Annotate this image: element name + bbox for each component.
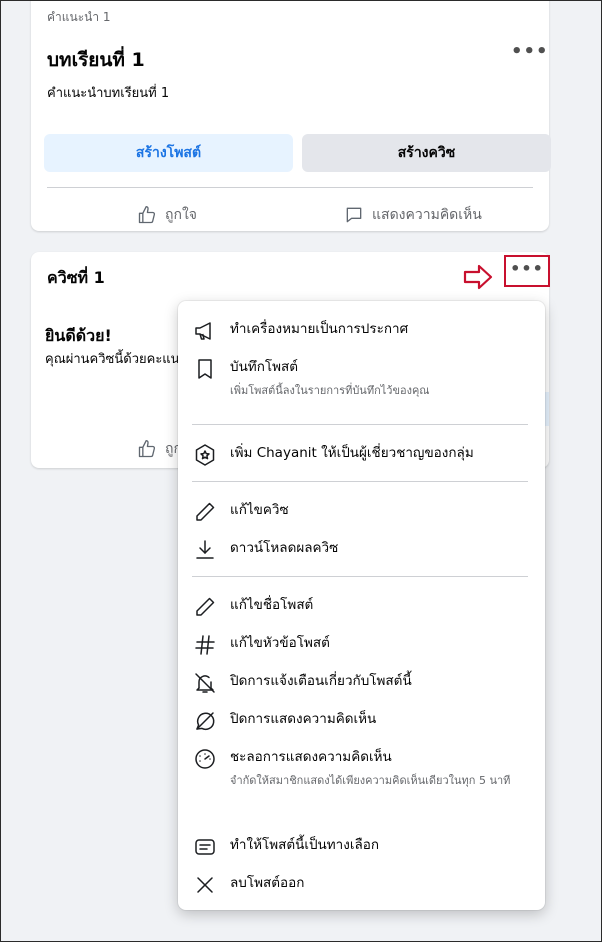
thumbs-up-icon (138, 206, 156, 224)
menu-item-turn-off-notifications[interactable]: ปิดการแจ้งเตือนเกี่ยวกับโพสต์นี้ (193, 671, 412, 695)
menu-separator (192, 576, 528, 577)
menu-separator (192, 481, 528, 482)
lesson-title: บทเรียนที่ 1 (47, 49, 145, 71)
menu-item-label: แก้ไขหัวข้อโพสต์ (230, 635, 330, 651)
menu-item-label: ปิดการแจ้งเตือนเกี่ยวกับโพสต์นี้ (230, 673, 412, 689)
menu-item-edit-quiz[interactable]: แก้ไขควิซ (193, 500, 289, 524)
menu-item-add-expert[interactable]: เพิ่ม Chayanit ให้เป็นผู้เชี่ยวชาญของกลุ… (193, 443, 474, 467)
menu-item-label: ชะลอการแสดงความคิดเห็น (230, 749, 392, 765)
menu-item-label: ดาวน์โหลดผลควิซ (230, 540, 339, 556)
menu-item-mark-announcement[interactable]: ทำเครื่องหมายเป็นการประกาศ (193, 319, 408, 343)
comment-off-icon (193, 709, 217, 733)
lesson-eyebrow: คำแนะนำ 1 (47, 10, 111, 24)
quiz-result-text: คุณผ่านควิซนี้ด้วยคะแนน (45, 352, 185, 367)
menu-item-label: ปิดการแสดงความคิดเห็น (230, 711, 377, 727)
create-quiz-button[interactable]: สร้างควิซ (302, 134, 551, 172)
post-options-menu: ทำเครื่องหมายเป็นการประกาศ บันทึกโพสต์ เ… (178, 301, 545, 910)
quiz-more-button[interactable]: ••• (504, 255, 550, 287)
download-icon (193, 538, 217, 562)
like-label: ถูกใจ (165, 207, 197, 223)
like-button[interactable]: ถูกใจ (137, 204, 197, 226)
comment-label: แสดงความคิดเห็น (372, 207, 482, 223)
menu-item-delete-post[interactable]: ลบโพสต์ออก (193, 873, 304, 897)
quiz-button-edge (545, 392, 549, 426)
menu-item-label: ทำเครื่องหมายเป็นการประกาศ (230, 321, 409, 337)
menu-item-turn-off-commenting[interactable]: ปิดการแสดงความคิดเห็น (193, 709, 376, 733)
menu-item-label: ทำให้โพสต์นี้เป็นทางเลือก (230, 837, 380, 853)
menu-item-edit-post-name[interactable]: แก้ไขชื่อโพสต์ (193, 595, 313, 619)
red-arrow-icon (463, 264, 493, 290)
megaphone-icon (193, 319, 217, 343)
menu-item-label: บันทึกโพสต์ (230, 359, 299, 375)
lesson-description: คำแนะนำบทเรียนที่ 1 (47, 86, 170, 101)
menu-item-slow-mode[interactable]: ชะลอการแสดงความคิดเห็น จำกัดให้สมาชิกแสด… (193, 747, 530, 789)
thumbs-up-icon (138, 440, 156, 458)
menu-item-edit-topic[interactable]: แก้ไขหัวข้อโพสต์ (193, 633, 330, 657)
menu-item-download-results[interactable]: ดาวน์โหลดผลควิซ (193, 538, 338, 562)
expert-badge-icon (193, 443, 217, 467)
comment-icon (346, 207, 362, 223)
lesson-card: คำแนะนำ 1 บทเรียนที่ 1 คำแนะนำบทเรียนที่… (31, 0, 551, 231)
close-icon (193, 873, 217, 897)
menu-item-label: แก้ไขชื่อโพสต์ (230, 597, 314, 613)
congrats-heading: ยินดีด้วย! (45, 326, 112, 345)
gauge-icon (193, 747, 217, 771)
menu-item-label: ลบโพสต์ออก (230, 875, 305, 891)
hashtag-icon (193, 633, 217, 657)
lesson-more-button[interactable]: ••• (511, 41, 548, 71)
menu-item-label: แก้ไขควิซ (230, 502, 289, 518)
bell-off-icon (193, 671, 217, 695)
bookmark-icon (193, 357, 217, 381)
menu-item-subtext: เพิ่มโพสต์นี้ลงในรายการที่บันทึกไว้ของคุ… (230, 384, 430, 397)
menu-separator (192, 424, 528, 425)
comment-button[interactable]: แสดงความคิดเห็น (344, 204, 482, 226)
create-post-button[interactable]: สร้างโพสต์ (44, 134, 293, 172)
pencil-icon (193, 500, 217, 524)
menu-item-make-optional[interactable]: ทำให้โพสต์นี้เป็นทางเลือก (193, 835, 379, 859)
quiz-title: ควิซที่ 1 (47, 268, 105, 287)
pencil-icon (193, 595, 217, 619)
note-icon (193, 835, 217, 859)
card-divider (47, 187, 533, 188)
menu-item-label: เพิ่ม Chayanit ให้เป็นผู้เชี่ยวชาญของกลุ… (230, 445, 474, 461)
menu-item-save-post[interactable]: บันทึกโพสต์ เพิ่มโพสต์นี้ลงในรายการที่บั… (193, 357, 530, 399)
menu-item-subtext: จำกัดให้สมาชิกแสดงได้เพียงความคิดเห็นเดี… (230, 774, 511, 787)
